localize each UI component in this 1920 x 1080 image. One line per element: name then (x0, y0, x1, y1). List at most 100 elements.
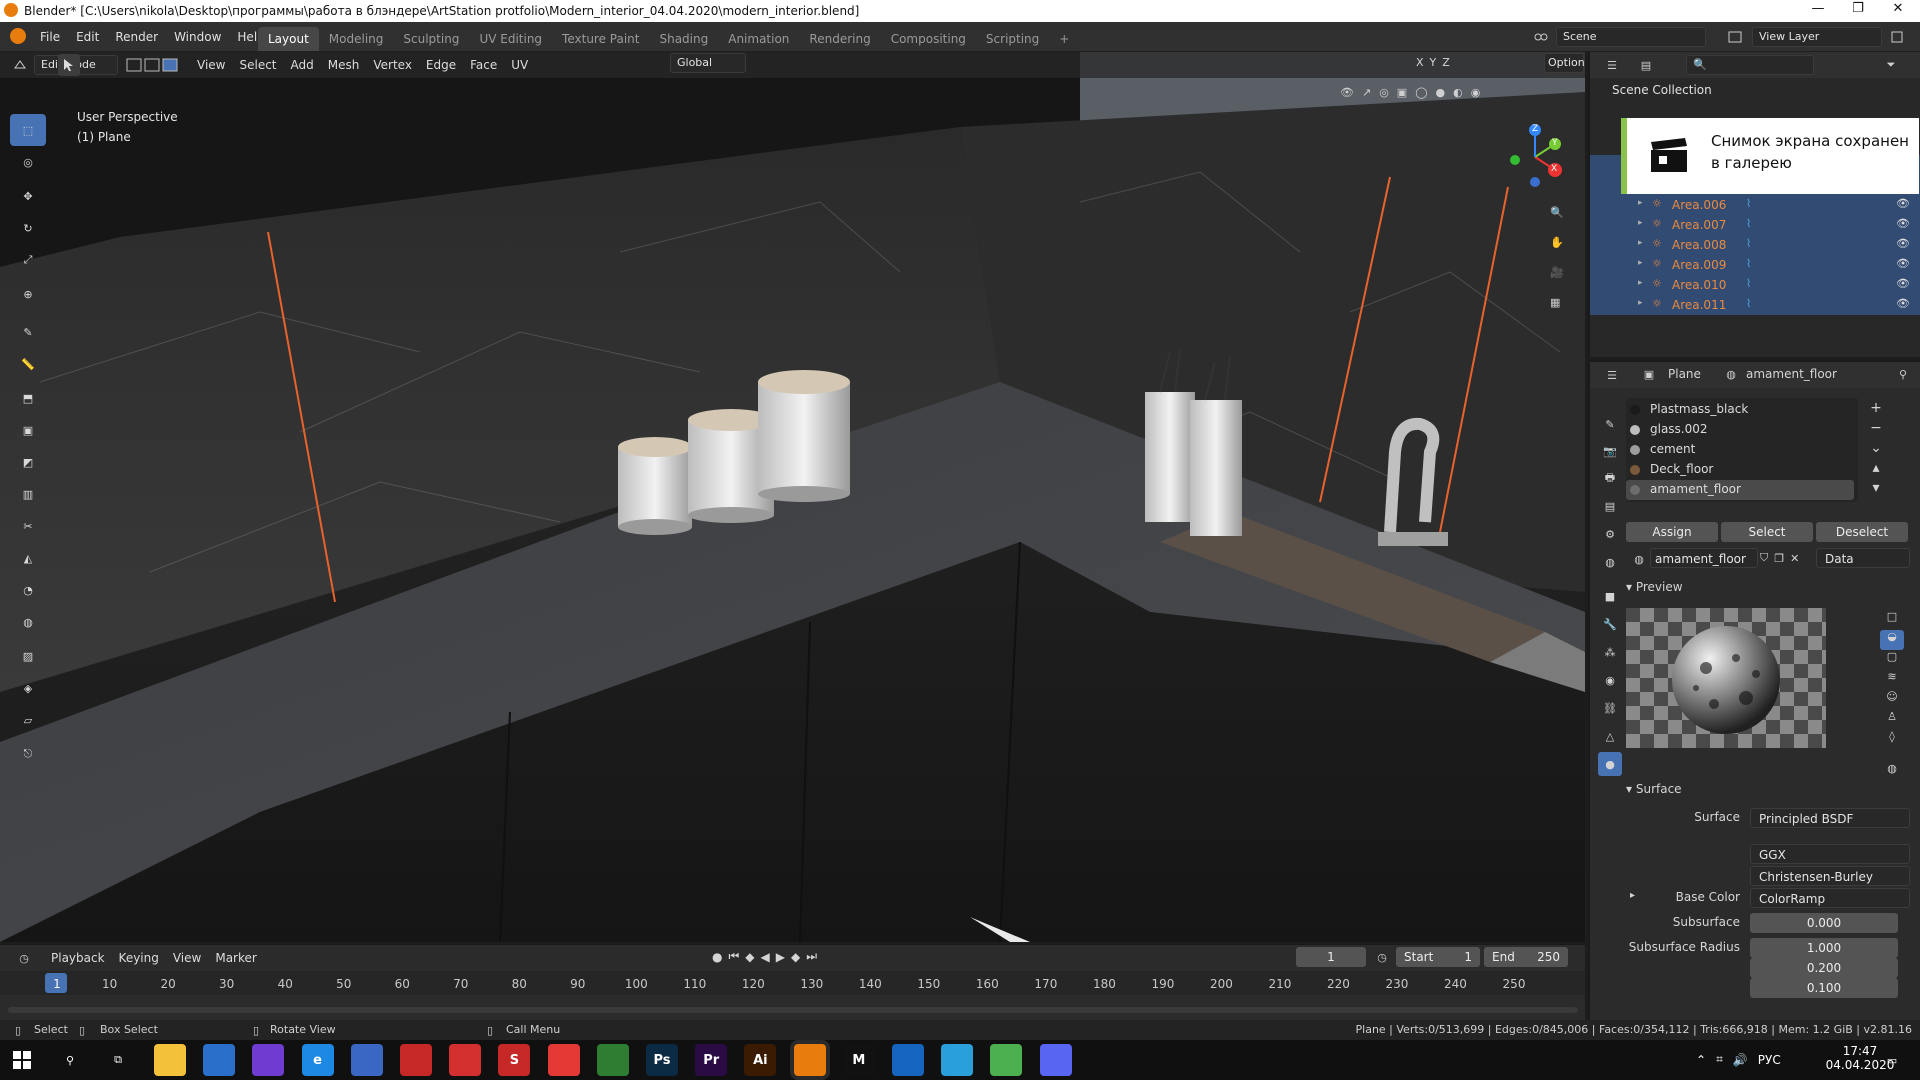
material-shading-icon[interactable]: ◐ (1453, 86, 1463, 99)
mail-icon[interactable] (203, 1044, 236, 1076)
search-icon[interactable]: ⚲ (60, 1050, 80, 1070)
flat-preview-icon[interactable]: □ (1880, 610, 1904, 630)
link-dropdown[interactable]: Data (1816, 548, 1910, 568)
move-up-button[interactable]: ▴ (1866, 458, 1886, 478)
language-indicator[interactable]: РУС (1758, 1053, 1781, 1067)
camera-view-icon[interactable]: 🎥 (1550, 257, 1564, 287)
minimize-button[interactable]: — (1798, 1, 1838, 21)
fluid-preview-icon[interactable]: ◊ (1880, 730, 1904, 750)
rotate-icon[interactable]: ↻ (10, 212, 46, 244)
world-tab-icon[interactable]: ◍ (1598, 550, 1622, 574)
telegram-icon[interactable] (941, 1044, 974, 1076)
expand-arrow-icon[interactable]: ▸ (1638, 198, 1643, 208)
world-preview-icon[interactable]: ◍ (1880, 762, 1904, 775)
material-browse-icon[interactable]: ◍ (1630, 550, 1648, 568)
object-tab-icon[interactable]: ■ (1598, 584, 1622, 608)
eye-visibility-icon[interactable]: 👁 (1896, 237, 1910, 250)
app-m-icon[interactable]: M (842, 1044, 875, 1076)
tray-expand-icon[interactable]: ⌃ (1696, 1053, 1706, 1067)
subsurface-radius-y[interactable]: 0.200 (1750, 958, 1898, 978)
axis-y-toggle[interactable]: Y (1430, 56, 1437, 69)
tab-animation[interactable]: Animation (718, 27, 799, 51)
cloth-preview-icon[interactable]: ♙ (1880, 710, 1904, 730)
monkey-preview-icon[interactable]: ☺ (1880, 690, 1904, 710)
editor-type-icon[interactable] (10, 56, 30, 74)
viewport-menu-view[interactable]: View (190, 54, 232, 76)
illustrator-icon[interactable]: Ai (744, 1044, 777, 1076)
cube-preview-icon[interactable]: ▢ (1880, 650, 1904, 670)
app-pdf-icon[interactable] (449, 1044, 482, 1076)
extrude-icon[interactable]: ⬒ (10, 382, 46, 414)
play-button[interactable]: ▶ (776, 950, 785, 964)
filter-icon[interactable]: ⏷ (1880, 56, 1902, 74)
eye-visibility-icon[interactable]: 👁 (1896, 277, 1910, 290)
viewport-menu-face[interactable]: Face (463, 54, 504, 76)
timeline-menu-marker[interactable]: Marker (208, 947, 263, 969)
outliner-editor-icon[interactable]: ☰ (1600, 56, 1624, 74)
loop-cut-icon[interactable]: ▥ (10, 478, 46, 510)
poly-build-icon[interactable]: ◭ (10, 542, 46, 574)
clock-icon[interactable]: ◷ (1374, 949, 1390, 965)
tab-scripting[interactable]: Scripting (976, 27, 1049, 51)
close-window-button[interactable]: ✕ (1878, 1, 1918, 21)
edge-slide-icon[interactable]: ▨ (10, 640, 46, 672)
navigation-gizmo[interactable]: X Y Z (1500, 112, 1570, 192)
options-dropdown[interactable]: Options (1544, 53, 1585, 73)
slot-specials-button[interactable]: ⌄ (1866, 438, 1886, 458)
start-frame-field[interactable]: Start 1 (1396, 947, 1480, 967)
outliner-item[interactable]: ▸ ☼ Area.009 ⌇ 👁 (1590, 255, 1920, 275)
subsurface-field[interactable]: 0.000 (1750, 913, 1898, 933)
measure-icon[interactable]: 📏 (10, 348, 46, 380)
subsurface-method-dropdown[interactable]: Christensen-Burley (1750, 866, 1910, 886)
subsurface-radius-z[interactable]: 0.100 (1750, 978, 1898, 998)
outliner-item[interactable]: ▸ ☼ Area.008 ⌇ 👁 (1590, 235, 1920, 255)
tab-sculpting[interactable]: Sculpting (393, 27, 469, 51)
outliner-item[interactable]: ▸ ☼ Area.007 ⌇ 👁 (1590, 215, 1920, 235)
tab-uv-editing[interactable]: UV Editing (469, 27, 552, 51)
physics-tab-icon[interactable]: ◉ (1598, 668, 1622, 692)
maximize-button[interactable]: ❐ (1838, 1, 1878, 21)
tab-shading[interactable]: Shading (649, 27, 718, 51)
app-folder-icon[interactable] (892, 1044, 924, 1076)
new-view-layer-icon[interactable] (1888, 28, 1906, 46)
base-color-input[interactable]: ColorRamp (1750, 888, 1910, 908)
app-red-icon[interactable] (400, 1044, 432, 1076)
xray-icon[interactable]: ▣ (1397, 86, 1407, 99)
properties-editor-icon[interactable]: ☰ (1600, 366, 1624, 384)
particles-tab-icon[interactable]: ⁂ (1598, 640, 1622, 664)
store-icon[interactable] (350, 1044, 383, 1076)
assign-button[interactable]: Assign (1626, 522, 1718, 542)
pan-hand-icon[interactable]: ✋ (1550, 227, 1564, 257)
tab-layout[interactable]: Layout (258, 27, 319, 51)
eye-visibility-icon[interactable]: 👁 (1896, 197, 1910, 210)
edge-icon[interactable]: e (301, 1044, 334, 1076)
photoshop-icon[interactable]: Ps (646, 1044, 678, 1076)
tab-compositing[interactable]: Compositing (881, 27, 976, 51)
material-slot[interactable]: amament_floor (1626, 480, 1854, 500)
end-frame-field[interactable]: End 250 (1484, 947, 1568, 967)
sphere-preview-icon[interactable]: ◒ (1880, 630, 1904, 650)
blender-icon[interactable] (793, 1044, 826, 1076)
visibility-icon[interactable]: 👁 (1340, 86, 1354, 99)
expand-arrow-icon[interactable]: ▸ (1638, 278, 1643, 288)
app-s-icon[interactable]: S (498, 1044, 531, 1076)
viewport-menu-uv[interactable]: UV (504, 54, 535, 76)
axis-z-toggle[interactable]: Z (1442, 56, 1450, 69)
media-icon[interactable] (252, 1044, 285, 1076)
annotate-icon[interactable]: ✎ (10, 316, 46, 348)
file-explorer-icon[interactable] (154, 1044, 186, 1076)
tab-texture-paint[interactable]: Texture Paint (552, 27, 649, 51)
eye-visibility-icon[interactable]: 👁 (1896, 297, 1910, 310)
expand-arrow-icon[interactable]: ▸ (1638, 258, 1643, 268)
material-slot[interactable]: Plastmass_black (1626, 400, 1854, 420)
expand-arrow-icon[interactable]: ▸ (1638, 238, 1643, 248)
expand-arrow-icon[interactable]: ▸ (1638, 298, 1643, 308)
distribution-dropdown[interactable]: GGX (1750, 844, 1910, 864)
outliner-search[interactable]: 🔍 (1686, 55, 1814, 75)
modifier-tab-icon[interactable]: 🔧 (1598, 612, 1622, 636)
outliner-item[interactable]: ▸ ☼ Area.010 ⌇ 👁 (1590, 275, 1920, 295)
material-slot[interactable]: Deck_floor (1626, 460, 1854, 480)
render-shading-icon[interactable]: ◉ (1471, 86, 1481, 99)
viewport-menu-add[interactable]: Add (284, 54, 321, 76)
pin-icon[interactable]: ⚲ (1896, 367, 1910, 381)
